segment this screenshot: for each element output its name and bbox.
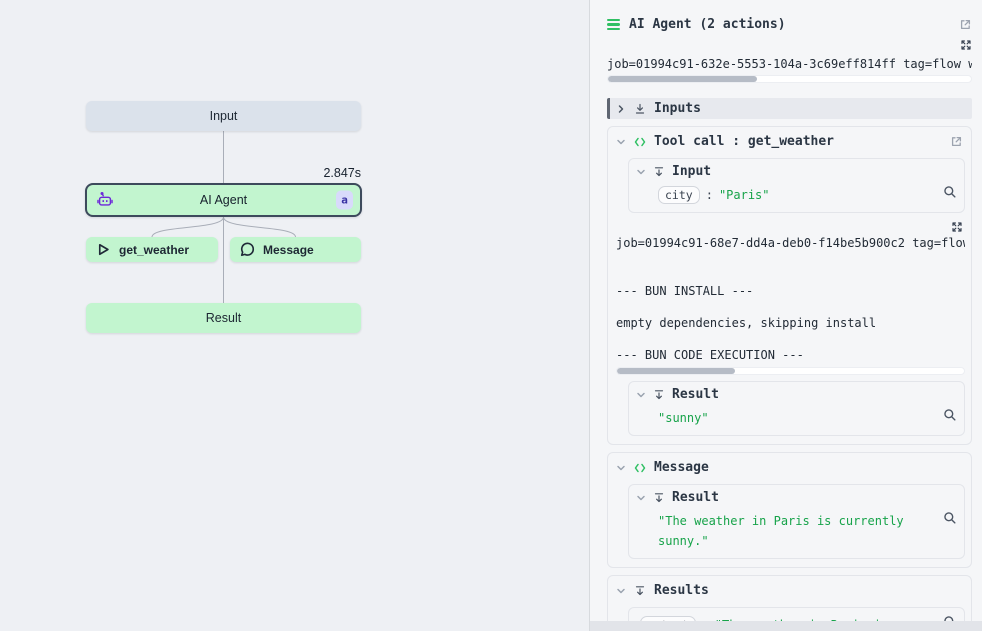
tool-result-box: Result "sunny" — [628, 381, 965, 436]
string-value: "sunny" — [658, 411, 709, 425]
node-duration-label: 2.847s — [86, 166, 361, 180]
magnifier-icon[interactable] — [943, 185, 957, 199]
tool-input-header[interactable]: Input — [636, 164, 957, 179]
tool-result-value-row: "sunny" — [636, 408, 957, 428]
arrow-down-from-bar-icon — [653, 389, 665, 401]
code-icon — [634, 462, 646, 474]
string-value: "The weather in Paris is currently sunny… — [658, 514, 904, 548]
arrow-down-from-bar-icon — [634, 585, 646, 597]
tool-call-title: Tool call : get_weather — [654, 134, 834, 149]
tool-input-value-row: city:"Paris" — [636, 185, 957, 205]
tool-log-text: job=01994c91-68e7-dd4a-deb0-f14be5b900c2… — [616, 235, 965, 363]
tool-result-header[interactable]: Result — [636, 387, 957, 402]
flow-node-get-weather[interactable]: get_weather — [86, 237, 218, 262]
details-panel: AI Agent (2 actions) job=01994c91-632e-5… — [590, 0, 982, 631]
chevron-down-icon — [616, 586, 626, 596]
message-result-header[interactable]: Result — [636, 490, 957, 505]
results-title: Results — [654, 583, 709, 598]
node-input-label: Input — [210, 109, 238, 123]
agent-badge: a — [336, 191, 353, 210]
panel-header: AI Agent (2 actions) — [607, 0, 972, 32]
key-pill: city — [658, 186, 700, 204]
panel-title: AI Agent (2 actions) — [629, 17, 950, 32]
job-log-line: job=01994c91-632e-5553-104a-3c69eff814ff… — [607, 57, 972, 71]
open-in-new-icon[interactable] — [959, 18, 972, 31]
agent-list-icon — [607, 19, 620, 31]
tool-log: job=01994c91-68e7-dd4a-deb0-f14be5b900c2… — [616, 221, 965, 375]
arrow-down-from-bar-icon — [653, 166, 665, 178]
flow-node-message[interactable]: Message — [230, 237, 361, 262]
tool-progress-fill — [617, 368, 735, 374]
chevron-down-icon — [636, 390, 646, 400]
header-progress-bar — [607, 75, 972, 83]
message-title: Message — [654, 460, 709, 475]
chevron-down-icon — [636, 493, 646, 503]
node-message-label: Message — [263, 243, 314, 257]
results-header[interactable]: Results — [614, 581, 965, 601]
node-agent-label: AI Agent — [87, 193, 360, 207]
play-icon — [96, 242, 111, 257]
section-tool-call: Tool call : get_weather Input cit — [607, 126, 972, 445]
node-tool-label: get_weather — [119, 243, 189, 257]
arrow-down-from-bar-icon — [653, 492, 665, 504]
expand-icon[interactable] — [960, 39, 972, 51]
tool-call-header[interactable]: Tool call : get_weather — [614, 132, 965, 152]
inputs-label: Inputs — [654, 101, 701, 116]
chevron-down-icon — [616, 463, 626, 473]
message-result-value-row: "The weather in Paris is currently sunny… — [636, 511, 957, 551]
expand-icon[interactable] — [951, 221, 963, 233]
panel-footer — [590, 621, 982, 631]
flow-node-ai-agent[interactable]: AI Agent a — [85, 183, 362, 217]
flow-node-input[interactable]: Input — [86, 101, 361, 131]
message-header[interactable]: Message — [614, 458, 965, 478]
message-result-box: Result "The weather in Paris is currentl… — [628, 484, 965, 559]
header-progress-fill — [608, 76, 757, 82]
tool-progress-bar — [616, 367, 965, 375]
flow-canvas: Input 2.847s AI Agent a get_weather — [0, 0, 590, 631]
flow-node-result[interactable]: Result — [86, 303, 361, 333]
download-icon — [634, 103, 646, 115]
node-result-label: Result — [206, 311, 241, 325]
open-in-new-icon[interactable] — [950, 135, 963, 148]
string-value: "Paris" — [719, 188, 770, 202]
tool-input-title: Input — [672, 164, 711, 179]
chevron-down-icon — [616, 137, 626, 147]
magnifier-icon[interactable] — [943, 511, 957, 525]
magnifier-icon[interactable] — [943, 408, 957, 422]
section-inputs-header[interactable]: Inputs — [607, 98, 972, 119]
tool-result-title: Result — [672, 387, 719, 402]
chevron-down-icon — [636, 167, 646, 177]
chevron-right-icon — [616, 104, 626, 114]
code-icon — [634, 136, 646, 148]
speech-bubble-icon — [240, 242, 255, 257]
tool-input-box: Input city:"Paris" — [628, 158, 965, 213]
section-message: Message Result "The weather in Paris is … — [607, 452, 972, 568]
message-result-title: Result — [672, 490, 719, 505]
